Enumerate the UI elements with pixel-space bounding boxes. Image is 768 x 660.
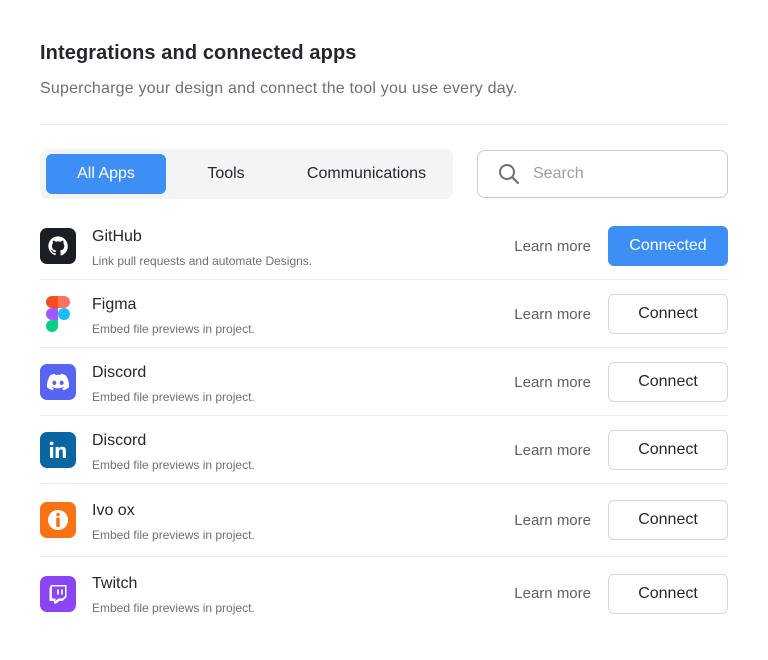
app-description: Embed file previews in project. bbox=[92, 322, 255, 336]
app-name: GitHub bbox=[92, 228, 142, 245]
app-description: Embed file previews in project. bbox=[92, 528, 255, 542]
app-name: Twitch bbox=[92, 575, 138, 592]
connect-button[interactable]: Connect bbox=[608, 574, 728, 614]
app-name: Ivo ox bbox=[92, 502, 135, 519]
connected-button[interactable]: Connected bbox=[608, 226, 728, 266]
discord-icon bbox=[40, 364, 76, 400]
app-description: Embed file previews in project. bbox=[92, 601, 255, 615]
search-box[interactable] bbox=[477, 150, 728, 198]
connect-button[interactable]: Connect bbox=[608, 500, 728, 540]
learn-more-link[interactable]: Learn more bbox=[514, 306, 591, 323]
filter-tabs: All Apps Tools Communications bbox=[40, 149, 453, 199]
search-input[interactable] bbox=[533, 159, 713, 189]
learn-more-link[interactable]: Learn more bbox=[514, 442, 591, 459]
learn-more-link[interactable]: Learn more bbox=[514, 585, 591, 602]
integrations-panel: Integrations and connected apps Supercha… bbox=[0, 0, 768, 660]
app-row-figma: Figma Embed file previews in project. Le… bbox=[40, 280, 728, 348]
figma-icon bbox=[40, 296, 76, 332]
app-row-discord: Discord Embed file previews in project. … bbox=[40, 348, 728, 416]
app-row-ivo-ox: Ivo ox Embed file previews in project. L… bbox=[40, 484, 728, 557]
learn-more-link[interactable]: Learn more bbox=[514, 512, 591, 529]
learn-more-link[interactable]: Learn more bbox=[514, 238, 591, 255]
page-subtitle: Supercharge your design and connect the … bbox=[40, 80, 518, 97]
app-description: Link pull requests and automate Designs. bbox=[92, 254, 313, 268]
search-icon bbox=[498, 163, 520, 185]
app-name: Figma bbox=[92, 296, 137, 313]
linkedin-icon bbox=[40, 432, 76, 468]
app-name: Discord bbox=[92, 364, 147, 381]
app-row-twitch: Twitch Embed file previews in project. L… bbox=[40, 557, 728, 631]
connect-button[interactable]: Connect bbox=[608, 362, 728, 402]
header-divider bbox=[40, 124, 728, 125]
connect-button[interactable]: Connect bbox=[608, 294, 728, 334]
tab-tools[interactable]: Tools bbox=[166, 154, 286, 194]
tab-all-apps[interactable]: All Apps bbox=[46, 154, 166, 194]
twitch-icon bbox=[40, 576, 76, 612]
app-description: Embed file previews in project. bbox=[92, 390, 255, 404]
tab-communications[interactable]: Communications bbox=[286, 154, 447, 194]
app-list: GitHub Link pull requests and automate D… bbox=[40, 212, 728, 631]
connect-button[interactable]: Connect bbox=[608, 430, 728, 470]
page-title: Integrations and connected apps bbox=[40, 42, 357, 64]
github-icon bbox=[40, 228, 76, 264]
app-name: Discord bbox=[92, 432, 147, 449]
app-description: Embed file previews in project. bbox=[92, 458, 255, 472]
app-row-github: GitHub Link pull requests and automate D… bbox=[40, 212, 728, 280]
learn-more-link[interactable]: Learn more bbox=[514, 374, 591, 391]
ivo-ox-icon bbox=[40, 502, 76, 538]
app-row-linkedin: Discord Embed file previews in project. … bbox=[40, 416, 728, 484]
